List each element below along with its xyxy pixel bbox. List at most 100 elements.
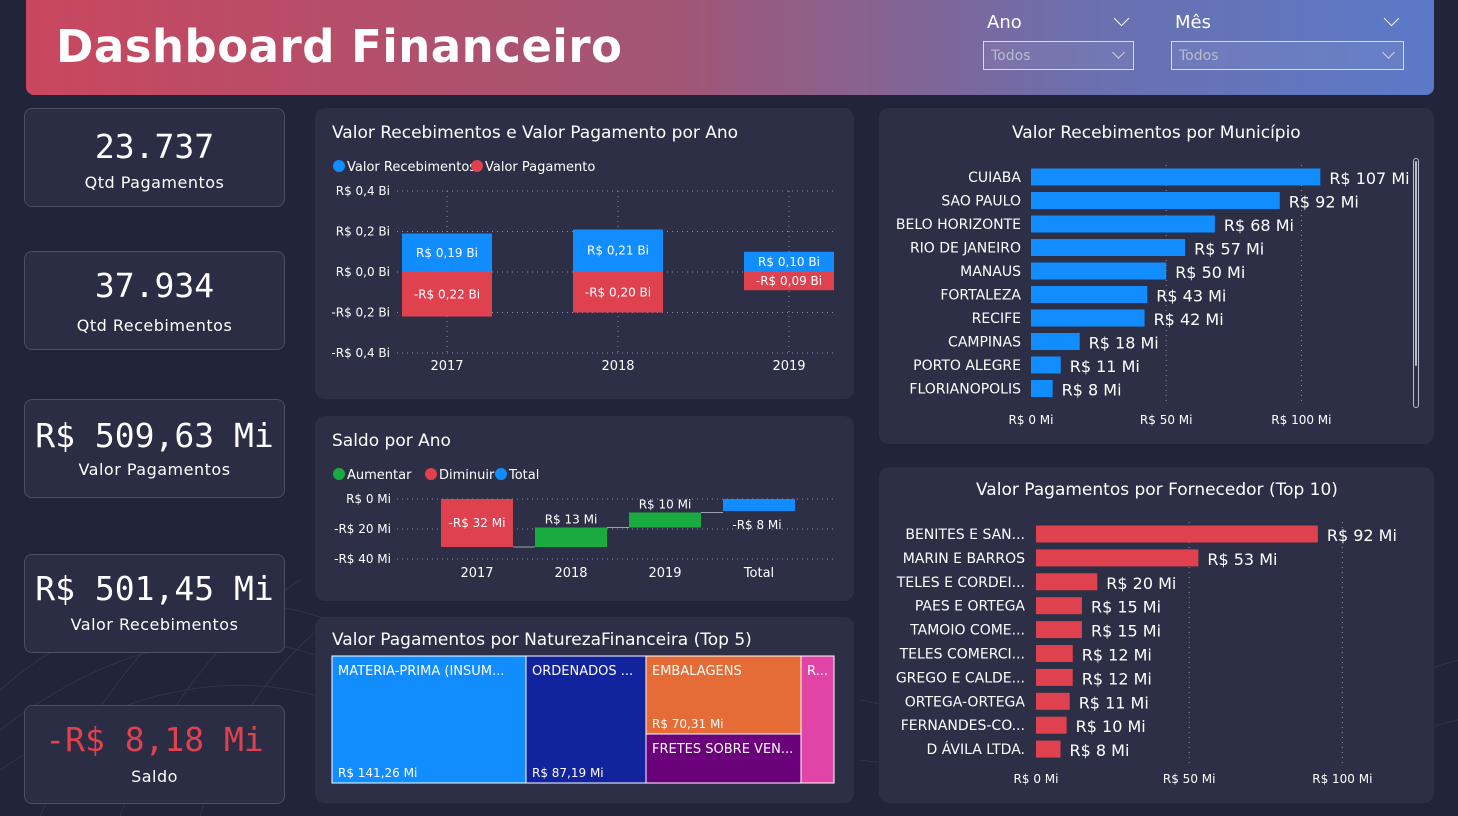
- treemap-tile-name: R...: [807, 664, 828, 679]
- treemap-tile-name: FRETES SOBRE VEN...: [652, 742, 793, 757]
- data-label: R$ 12 Mi: [1082, 669, 1152, 688]
- legend-marker: [471, 160, 483, 172]
- data-label: R$ 0,21 Bi: [587, 244, 649, 258]
- bar: [1031, 333, 1080, 350]
- bar: [1036, 621, 1082, 639]
- data-label: -R$ 0,20 Bi: [585, 285, 651, 299]
- y-tick-label: R$ 0,2 Bi: [336, 225, 390, 239]
- kpi-label: Qtd Pagamentos: [84, 173, 225, 192]
- treemap-tile-value: R$ 70,31 Mi: [652, 717, 724, 731]
- data-label: -R$ 32 Mi: [449, 516, 506, 530]
- kpi-card-saldo: -R$ 8,18 Mi Saldo: [24, 705, 285, 804]
- x-tick-label: R$ 100 Mi: [1312, 772, 1372, 786]
- data-label: R$ 92 Mi: [1289, 193, 1359, 212]
- legend-marker: [333, 468, 345, 480]
- kpi-value: 37.934: [94, 266, 215, 305]
- kpi-label: Valor Recebimentos: [70, 615, 239, 634]
- bar: [1036, 573, 1098, 591]
- ano-filter-value: Todos: [991, 48, 1031, 64]
- kpi-label: Qtd Recebimentos: [76, 316, 233, 335]
- data-label: R$ 10 Mi: [639, 498, 692, 512]
- x-tick-label: R$ 100 Mi: [1271, 413, 1331, 427]
- bar: [1031, 168, 1321, 186]
- kpi-card-qtd-pagamentos: 23.737 Qtd Pagamentos: [24, 108, 285, 207]
- chevron-down-icon[interactable]: [1383, 10, 1400, 27]
- data-label: R$ 57 Mi: [1194, 240, 1264, 259]
- data-label: R$ 50 Mi: [1175, 263, 1245, 282]
- mes-filter-value: Todos: [1179, 48, 1219, 64]
- legend-label: Aumentar: [347, 468, 412, 483]
- kpi-value: R$ 501,45 Mi: [35, 569, 274, 608]
- data-label: -R$ 0,09 Bi: [756, 274, 822, 288]
- scrollbar-track[interactable]: [1413, 158, 1419, 408]
- chart-panel-municipio: Valor Recebimentos por Município R$ 0 Mi…: [879, 108, 1434, 444]
- category-label: RECIFE: [972, 311, 1021, 327]
- bar: [1036, 597, 1082, 615]
- x-tick-label: R$ 50 Mi: [1140, 413, 1193, 427]
- page-title: Dashboard Financeiro: [56, 20, 623, 73]
- x-tick-label: 2017: [430, 359, 463, 374]
- bar: [1036, 716, 1067, 734]
- data-label: R$ 42 Mi: [1154, 310, 1224, 329]
- treemap-tile-value: R$ 141,26 Mi: [338, 766, 417, 780]
- data-label: R$ 43 Mi: [1156, 287, 1226, 306]
- x-tick-label: 2019: [648, 566, 681, 581]
- mes-filter-dropdown[interactable]: Todos: [1171, 41, 1404, 70]
- category-label: CAMPINAS: [948, 335, 1021, 351]
- chevron-down-icon: [1112, 46, 1125, 59]
- header-banner: Dashboard Financeiro Ano Todos Mês Todos: [26, 0, 1434, 95]
- treemap-svg: MATERIA-PRIMA (INSUM... R$ 141,26 Mi ORDEN…: [331, 655, 835, 784]
- bar: [1036, 645, 1073, 662]
- ano-filter-dropdown[interactable]: Todos: [983, 41, 1134, 70]
- y-tick-label: R$ 0,0 Bi: [336, 265, 390, 279]
- data-label: R$ 107 Mi: [1329, 169, 1409, 188]
- rec-pag-chart-svg: Valor Recebimentos Valor Pagamento R$ 0,4 …: [331, 160, 835, 374]
- bar: [1031, 262, 1167, 280]
- legend-label: Valor Recebimentos: [347, 160, 476, 175]
- bar-total: [723, 499, 795, 511]
- chart-panel-rec-pag-ano: Valor Recebimentos e Valor Pagamento por…: [315, 108, 854, 399]
- legend-marker: [333, 160, 345, 172]
- data-label: R$ 18 Mi: [1089, 334, 1159, 353]
- category-label: D ÁVILA LTDA.: [926, 741, 1025, 758]
- data-label: R$ 8 Mi: [1070, 741, 1130, 760]
- bar-aumentar: [629, 512, 701, 528]
- category-label: FERNANDES-CO...: [901, 718, 1025, 734]
- kpi-label: Valor Pagamentos: [78, 460, 231, 479]
- bar: [1031, 286, 1148, 303]
- y-tick-label: -R$ 0,2 Bi: [331, 306, 390, 320]
- bar-aumentar: [535, 527, 607, 547]
- x-tick-label: 2018: [554, 566, 587, 581]
- legend-label: Diminuir: [439, 468, 495, 483]
- chevron-down-icon[interactable]: [1113, 10, 1130, 27]
- data-label: -R$ 0,22 Bi: [414, 287, 480, 301]
- category-label: TELES E CORDEI...: [896, 575, 1025, 591]
- data-label: R$ 53 Mi: [1207, 550, 1277, 569]
- x-tick-label: 2018: [601, 359, 634, 374]
- kpi-value: R$ 509,63 Mi: [35, 416, 274, 455]
- kpi-value: 23.737: [94, 127, 215, 166]
- data-label: R$ 68 Mi: [1224, 216, 1294, 235]
- x-tick-label: R$ 0 Mi: [1014, 772, 1059, 786]
- data-label: R$ 13 Mi: [545, 513, 598, 527]
- scrollbar-thumb[interactable]: [1415, 161, 1417, 366]
- category-label: PAES E ORTEGA: [915, 599, 1026, 615]
- treemap-tile-name: MATERIA-PRIMA (INSUM...: [338, 664, 504, 679]
- municipio-chart-svg: R$ 0 Mi R$ 50 Mi R$ 100 Mi CUIABA R$ 107 Mi S…: [896, 165, 1410, 427]
- data-label: R$ 15 Mi: [1091, 598, 1161, 617]
- legend-marker: [425, 468, 437, 480]
- bar: [1031, 309, 1145, 327]
- ano-filter-label: Ano: [987, 12, 1022, 33]
- category-label: TAMOIO COME...: [909, 623, 1025, 639]
- y-tick-label: -R$ 0,4 Bi: [331, 346, 390, 360]
- legend-label: Valor Pagamento: [485, 160, 595, 175]
- chart-panel-fornecedor: Valor Pagamentos por Fornecedor (Top 10)…: [879, 467, 1434, 803]
- legend-label: Total: [508, 468, 539, 483]
- category-label: RIO DE JANEIRO: [910, 241, 1021, 257]
- data-label: R$ 10 Mi: [1076, 717, 1146, 736]
- data-label: R$ 0,10 Bi: [758, 255, 820, 269]
- x-tick-label: Total: [743, 566, 774, 581]
- category-label: SAO PAULO: [941, 194, 1021, 210]
- data-label: R$ 0,19 Bi: [416, 246, 478, 260]
- y-tick-label: -R$ 20 Mi: [334, 522, 391, 536]
